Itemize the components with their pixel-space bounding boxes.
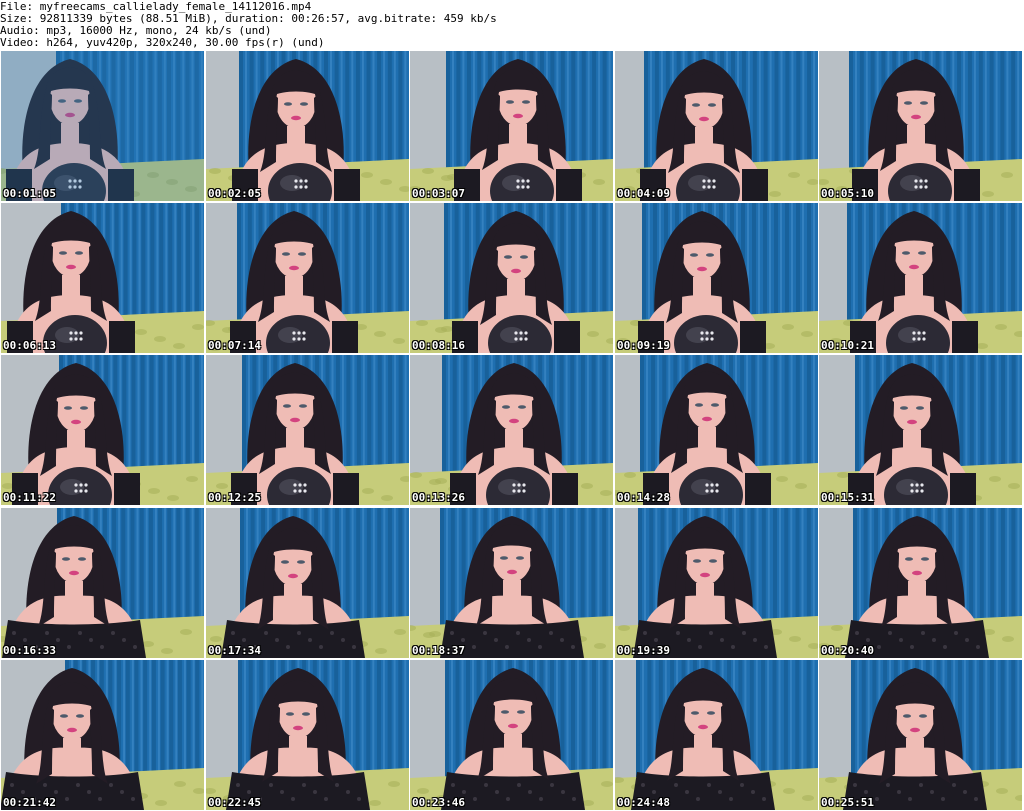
thumbnail-timestamp: 00:11:22	[3, 491, 56, 504]
video-thumbnail: 00:16:33	[1, 508, 204, 658]
thumbnail-timestamp: 00:17:34	[208, 644, 261, 657]
video-thumbnail: 00:04:09	[615, 51, 818, 201]
webcam-frame-image	[615, 508, 818, 658]
thumbnail-timestamp: 00:09:19	[617, 339, 670, 352]
webcam-frame-image	[206, 51, 409, 201]
video-thumbnail: 00:01:05	[1, 51, 204, 201]
thumbnail-timestamp: 00:16:33	[3, 644, 56, 657]
video-thumbnail: 00:19:39	[615, 508, 818, 658]
file-info-header: File: myfreecams_callielady_female_14112…	[0, 0, 1024, 50]
thumbnail-timestamp: 00:18:37	[412, 644, 465, 657]
webcam-frame-image	[206, 660, 409, 810]
webcam-frame-image	[206, 508, 409, 658]
webcam-frame-image	[615, 355, 818, 505]
webcam-frame-image	[206, 203, 409, 353]
webcam-frame-image	[206, 355, 409, 505]
video-thumbnail: 00:24:48	[615, 660, 818, 810]
thumbnail-timestamp: 00:15:31	[821, 491, 874, 504]
webcam-frame-image	[819, 51, 1022, 201]
thumbnail-grid: 00:01:05 00:02:05 00:03:07 00:04:09 00:05:10…	[0, 50, 1024, 811]
thumbnail-timestamp: 00:02:05	[208, 187, 261, 200]
video-thumbnail: 00:21:42	[1, 660, 204, 810]
video-thumbnail: 00:02:05	[206, 51, 409, 201]
video-info-line: Video: h264, yuv420p, 320x240, 30.00 fps…	[0, 36, 325, 49]
thumbnail-timestamp: 00:21:42	[3, 796, 56, 809]
video-thumbnail: 00:18:37	[410, 508, 613, 658]
webcam-frame-image	[410, 508, 613, 658]
thumbnail-timestamp: 00:19:39	[617, 644, 670, 657]
thumbnail-timestamp: 00:10:21	[821, 339, 874, 352]
webcam-frame-image	[1, 660, 204, 810]
thumbnail-timestamp: 00:01:05	[3, 187, 56, 200]
webcam-frame-image	[819, 660, 1022, 810]
video-thumbnail: 00:10:21	[819, 203, 1022, 353]
video-thumbnail: 00:05:10	[819, 51, 1022, 201]
webcam-frame-image	[615, 660, 818, 810]
webcam-frame-image	[819, 508, 1022, 658]
thumbnail-timestamp: 00:25:51	[821, 796, 874, 809]
webcam-frame-image	[1, 203, 204, 353]
video-thumbnail: 00:23:46	[410, 660, 613, 810]
thumbnail-timestamp: 00:08:16	[412, 339, 465, 352]
video-thumbnail: 00:09:19	[615, 203, 818, 353]
thumbnail-timestamp: 00:23:46	[412, 796, 465, 809]
thumbnail-timestamp: 00:13:26	[412, 491, 465, 504]
thumbnail-timestamp: 00:05:10	[821, 187, 874, 200]
thumbnail-timestamp: 00:20:40	[821, 644, 874, 657]
video-thumbnail: 00:20:40	[819, 508, 1022, 658]
video-thumbnail: 00:07:14	[206, 203, 409, 353]
video-thumbnail: 00:12:25	[206, 355, 409, 505]
video-thumbnail: 00:15:31	[819, 355, 1022, 505]
thumbnail-timestamp: 00:06:13	[3, 339, 56, 352]
thumbnail-timestamp: 00:24:48	[617, 796, 670, 809]
thumbnail-timestamp: 00:22:45	[208, 796, 261, 809]
video-thumbnail: 00:17:34	[206, 508, 409, 658]
thumbnail-timestamp: 00:14:28	[617, 491, 670, 504]
video-thumbnail: 00:25:51	[819, 660, 1022, 810]
video-thumbnail: 00:08:16	[410, 203, 613, 353]
video-thumbnail: 00:14:28	[615, 355, 818, 505]
video-thumbnail: 00:03:07	[410, 51, 613, 201]
webcam-frame-image	[410, 51, 613, 201]
webcam-frame-image	[410, 203, 613, 353]
thumbnail-timestamp: 00:12:25	[208, 491, 261, 504]
webcam-frame-image	[615, 203, 818, 353]
webcam-frame-image	[1, 508, 204, 658]
webcam-frame-image	[615, 51, 818, 201]
thumbnail-timestamp: 00:03:07	[412, 187, 465, 200]
webcam-frame-image	[819, 203, 1022, 353]
webcam-frame-image	[1, 355, 204, 505]
video-thumbnail: 00:11:22	[1, 355, 204, 505]
thumbnail-timestamp: 00:07:14	[208, 339, 261, 352]
webcam-frame-image	[410, 355, 613, 505]
webcam-frame-image	[410, 660, 613, 810]
video-thumbnail: 00:22:45	[206, 660, 409, 810]
webcam-frame-image	[819, 355, 1022, 505]
video-thumbnail: 00:06:13	[1, 203, 204, 353]
video-thumbnail: 00:13:26	[410, 355, 613, 505]
webcam-frame-image	[1, 51, 204, 201]
thumbnail-timestamp: 00:04:09	[617, 187, 670, 200]
